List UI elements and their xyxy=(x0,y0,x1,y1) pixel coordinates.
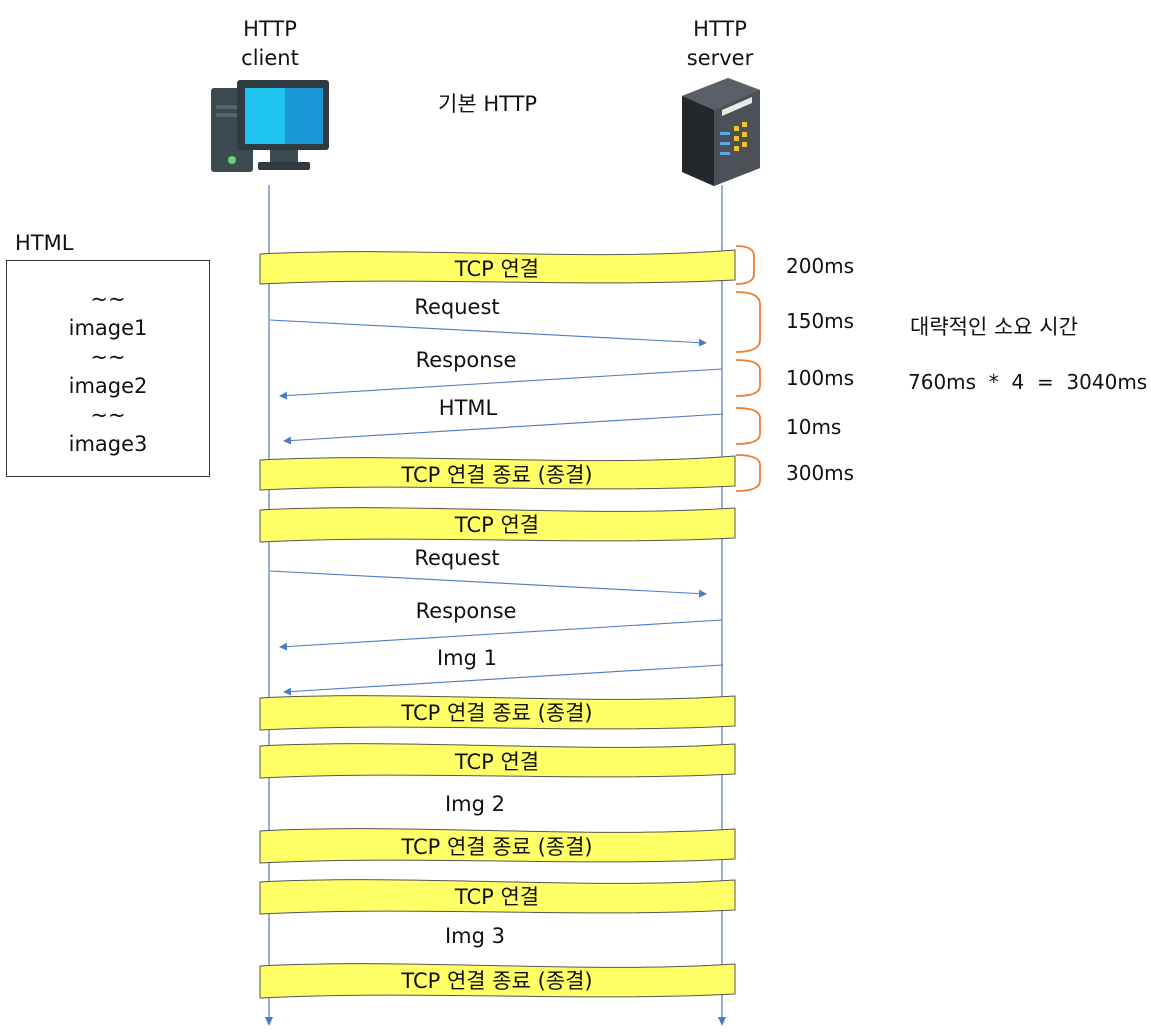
request-arrow xyxy=(269,570,707,598)
timing-label: 10ms xyxy=(786,415,842,439)
server-rack-icon xyxy=(682,78,760,186)
tcp-close-label: TCP 연결 종료 (종결) xyxy=(401,969,593,993)
html-arrow xyxy=(283,413,724,445)
client-lifeline-arrowhead xyxy=(265,1017,273,1026)
summary-label: 대략적인 소요 시간 xyxy=(910,315,1078,339)
img1-label: Img 1 xyxy=(436,646,498,670)
html-message-label: HTML xyxy=(438,396,498,420)
timing-label: 150ms xyxy=(786,309,855,333)
tcp-close-label: TCP 연결 종료 (종결) xyxy=(401,835,593,859)
tcp-connect-label: TCP 연결 xyxy=(454,257,540,281)
request-label: Request xyxy=(414,546,500,570)
tcp-connect-label: TCP 연결 xyxy=(454,750,540,774)
response-label: Response xyxy=(415,599,517,623)
timing-bracket xyxy=(735,407,761,445)
summary-formula: 760ms * 4 = 3040ms xyxy=(908,370,1148,394)
server-lifeline-arrowhead xyxy=(718,1017,726,1026)
tcp-connect-label: TCP 연결 xyxy=(454,885,540,909)
request-label: Request xyxy=(414,295,500,319)
timing-bracket xyxy=(735,454,761,492)
img2-label: Img 2 xyxy=(444,792,506,816)
tcp-close-label: TCP 연결 종료 (종결) xyxy=(401,701,593,725)
timing-label: 300ms xyxy=(786,461,855,485)
timing-label: 200ms xyxy=(786,254,855,278)
tcp-connect-label: TCP 연결 xyxy=(454,513,540,537)
img3-label: Img 3 xyxy=(444,924,506,948)
timing-label: 100ms xyxy=(786,366,855,390)
tcp-close-label: TCP 연결 종료 (종결) xyxy=(401,463,593,487)
response-arrow xyxy=(279,368,723,400)
desktop-computer-icon xyxy=(211,80,329,172)
response-arrow xyxy=(279,619,723,651)
response-label: Response xyxy=(415,348,517,372)
timing-bracket xyxy=(735,245,755,285)
sequence-diagram xyxy=(211,78,761,1026)
img1-arrow xyxy=(283,664,724,696)
request-arrow xyxy=(269,319,707,347)
timing-bracket xyxy=(735,291,761,353)
timing-bracket xyxy=(735,359,761,397)
